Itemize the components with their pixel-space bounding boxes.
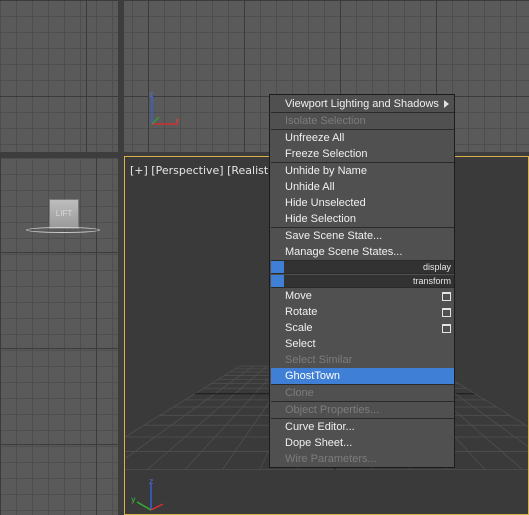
menu-item-rotate[interactable]: Rotate	[271, 304, 454, 320]
settings-window-icon[interactable]	[442, 324, 451, 333]
menu-item-hide-unselected[interactable]: Hide Unselected	[271, 195, 454, 211]
perspective-axis-gizmo	[136, 484, 164, 511]
quad-color-swatch	[271, 261, 284, 273]
menu-item-scale[interactable]: Scale	[271, 320, 454, 336]
top-viewport[interactable]	[0, 0, 118, 152]
menu-item-label: Wire Parameters...	[285, 453, 377, 465]
menu-item-label: Object Properties...	[285, 404, 380, 416]
menu-item-label: Clone	[285, 387, 314, 399]
menu-item-dope-sheet[interactable]: Dope Sheet...	[271, 435, 454, 451]
settings-window-icon[interactable]	[442, 308, 451, 317]
front-axis-z-label: z	[149, 90, 154, 99]
menu-item-object-properties: Object Properties...	[271, 402, 454, 418]
menu-item-wire-parameters: Wire Parameters...	[271, 451, 454, 467]
settings-window-icon[interactable]	[442, 292, 451, 301]
front-axis-gizmo	[151, 96, 178, 125]
menu-item-label: Scale	[285, 322, 313, 334]
menu-item-hide-selection[interactable]: Hide Selection	[271, 211, 454, 227]
front-axis-x-label: x	[175, 116, 180, 125]
menu-item-label: Save Scene State...	[285, 230, 383, 242]
menu-item-unhide-all[interactable]: Unhide All	[271, 179, 454, 195]
menu-item-label: Hide Unselected	[285, 197, 366, 209]
viewport-label[interactable]: [+] [Perspective] [Realistic	[130, 164, 277, 177]
menu-item-label: Select Similar	[285, 354, 353, 366]
menu-item-label: Manage Scene States...	[285, 246, 403, 258]
menu-item-label: GhostTown	[285, 370, 341, 382]
menu-item-viewport-lighting[interactable]: Viewport Lighting and Shadows	[271, 96, 454, 112]
persp-axis-y-label: y	[131, 495, 136, 504]
menu-item-freeze-selection[interactable]: Freeze Selection	[271, 146, 454, 162]
quad-header-label: display	[422, 262, 451, 272]
menu-item-label: Viewport Lighting and Shadows	[285, 98, 439, 110]
persp-axis-z-label: z	[149, 477, 154, 486]
menu-item-select-similar: Select Similar	[271, 352, 454, 368]
menu-item-label: Isolate Selection	[285, 115, 366, 127]
menu-item-curve-editor[interactable]: Curve Editor...	[271, 419, 454, 435]
menu-item-label: Move	[285, 290, 312, 302]
menu-item-unhide-by-name[interactable]: Unhide by Name	[271, 163, 454, 179]
menu-item-label: Curve Editor...	[285, 421, 355, 433]
menu-item-manage-scene-states[interactable]: Manage Scene States...	[271, 244, 454, 260]
quad-header-transform[interactable]: transform	[271, 275, 454, 287]
quad-color-swatch	[271, 275, 284, 287]
menu-item-label: Rotate	[285, 306, 318, 318]
menu-item-label: Select	[285, 338, 316, 350]
menu-item-label: Dope Sheet...	[285, 437, 353, 449]
quad-header-display[interactable]: display	[271, 261, 454, 273]
lift-box-label: LIFT	[55, 209, 73, 218]
menu-item-save-scene-state[interactable]: Save Scene State...	[271, 228, 454, 244]
menu-item-label: Hide Selection	[285, 213, 356, 225]
lift-box-object[interactable]: LIFT	[49, 199, 79, 229]
menu-item-clone: Clone	[271, 385, 454, 401]
menu-item-select[interactable]: Select	[271, 336, 454, 352]
quad-context-menu: Viewport Lighting and Shadows Isolate Se…	[269, 94, 455, 468]
quad-header-label: transform	[412, 276, 451, 286]
menu-item-label: Unhide by Name	[285, 165, 367, 177]
menu-item-ghosttown[interactable]: GhostTown	[271, 368, 454, 384]
menu-item-isolate-selection: Isolate Selection	[271, 113, 454, 129]
menu-item-label: Unhide All	[285, 181, 335, 193]
menu-item-unfreeze-all[interactable]: Unfreeze All	[271, 130, 454, 146]
menu-separator	[271, 273, 454, 274]
menu-item-move[interactable]: Move	[271, 288, 454, 304]
submenu-arrow-icon	[444, 100, 449, 108]
lift-ring-object[interactable]	[26, 227, 100, 233]
menu-item-label: Unfreeze All	[285, 132, 345, 144]
menu-item-label: Freeze Selection	[285, 148, 368, 160]
